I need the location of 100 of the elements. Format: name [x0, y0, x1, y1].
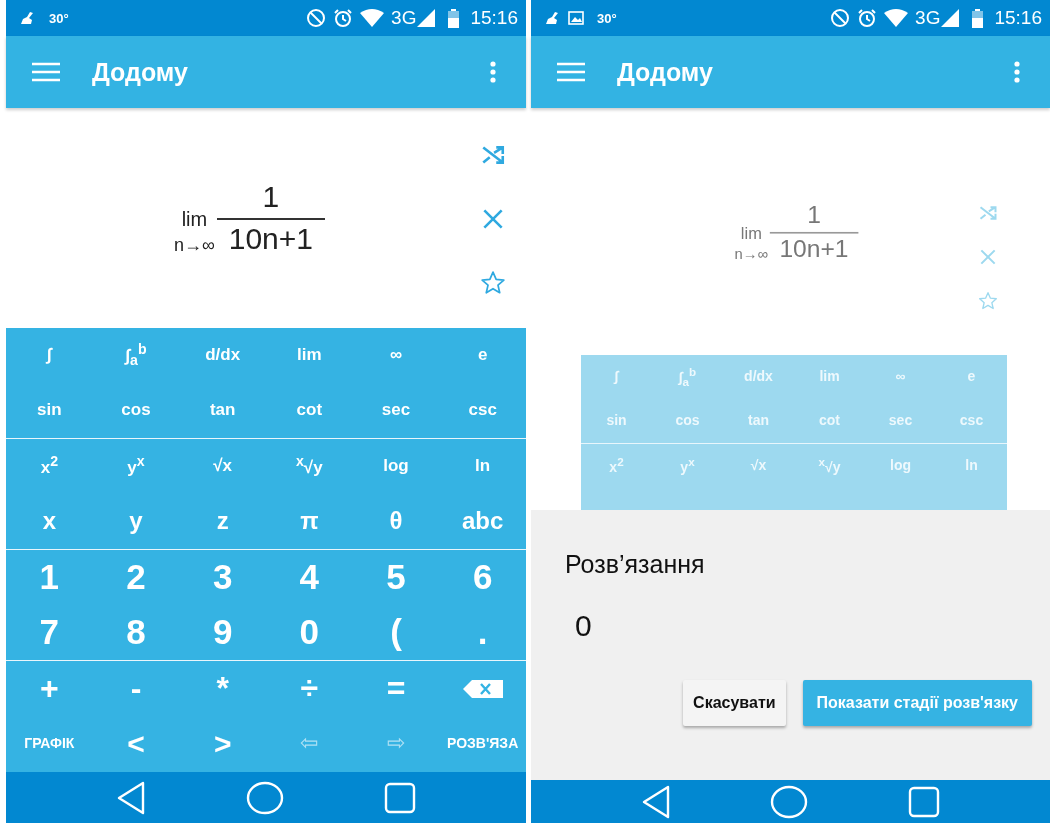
key-button[interactable]: 3 [212, 558, 233, 597]
key-button[interactable]: cot [296, 401, 323, 420]
key-button[interactable]: csc [959, 413, 984, 429]
key-button[interactable]: cos [675, 413, 700, 429]
key-button[interactable]: e [967, 369, 976, 385]
key-button[interactable]: 8 [126, 613, 146, 652]
temperature-text: 30° [597, 10, 617, 26]
signal-icon [417, 9, 436, 27]
key-button[interactable]: lim [819, 369, 840, 385]
key-button[interactable]: d/dx [205, 346, 241, 365]
key-button[interactable]: z [216, 508, 229, 535]
key-button[interactable]: 1 [39, 558, 60, 597]
key-button[interactable]: abc [461, 508, 504, 535]
key-button[interactable]: < [127, 727, 145, 760]
key-button[interactable]: log [890, 458, 911, 474]
key-button[interactable]: $^{x}$√y [296, 454, 323, 479]
key-button[interactable]: ln [965, 458, 978, 474]
key-button[interactable]: РОЗВ'ЯЗА [447, 735, 519, 752]
key-button[interactable]: ÷ [300, 670, 319, 707]
shuffle-icon[interactable] [978, 203, 998, 223]
do-not-disturb-icon [306, 8, 327, 28]
key-button[interactable]: ln [475, 457, 491, 476]
key-button[interactable]: 6 [472, 558, 493, 597]
battery-icon [448, 8, 460, 28]
app-title: Додому [92, 57, 188, 87]
key-button[interactable]: ГРАФІК [24, 735, 75, 752]
key-button[interactable]: lim [297, 346, 322, 365]
key-button[interactable]: > [213, 727, 232, 760]
key-button[interactable]: csc [468, 401, 497, 420]
key-button[interactable]: $^{x}$√y [818, 456, 841, 476]
key-button[interactable]: d/dx [744, 369, 773, 385]
menu-icon[interactable] [32, 62, 60, 82]
wifi-icon [884, 9, 909, 27]
star-icon[interactable] [978, 291, 998, 311]
key-button[interactable]: cos [121, 401, 151, 420]
key-button[interactable]: log [383, 457, 409, 476]
key-button[interactable]: ∫ [47, 346, 52, 365]
key-button[interactable]: y$^{x}$ [680, 456, 695, 476]
network-type-text: 3G [915, 7, 941, 29]
network-type-text: 3G [391, 7, 417, 29]
back-icon[interactable] [116, 780, 146, 815]
backspace-icon [462, 679, 503, 698]
app-title: Додому [617, 57, 713, 87]
key-button[interactable]: √x [213, 457, 233, 476]
key-button[interactable]: x$^{2}$ [609, 456, 624, 476]
key-button[interactable]: y [129, 508, 143, 535]
key-button[interactable]: ( [390, 613, 402, 652]
close-icon[interactable] [978, 247, 998, 267]
key-button[interactable]: 0 [299, 613, 320, 652]
backspace-button[interactable] [462, 679, 503, 698]
do-not-disturb-icon [830, 8, 851, 28]
key-button[interactable]: θ [389, 508, 403, 535]
more-options-icon[interactable] [490, 61, 496, 83]
key-button[interactable]: tan [748, 413, 769, 429]
home-icon[interactable] [246, 780, 284, 815]
alarm-icon [857, 8, 878, 28]
key-button[interactable]: e [477, 346, 488, 365]
key-button[interactable]: - [130, 670, 142, 707]
key-button[interactable]: = [386, 670, 406, 707]
key-button[interactable]: ∞ [389, 346, 403, 365]
result-text: 0 [575, 609, 593, 643]
key-button[interactable]: tan [209, 401, 236, 420]
key-button[interactable]: 4 [299, 558, 320, 597]
recent-apps-icon[interactable] [908, 785, 941, 818]
key-button[interactable]: cot [819, 413, 840, 429]
key-button[interactable]: √x [750, 458, 767, 474]
key-button[interactable]: π [300, 508, 319, 535]
wifi-icon [360, 9, 385, 27]
key-button[interactable]: x [42, 508, 56, 535]
menu-icon[interactable] [557, 62, 585, 82]
key-button[interactable]: y$^{x}$ [127, 454, 145, 479]
image-icon [568, 11, 584, 25]
back-icon[interactable] [640, 784, 671, 819]
broom-icon [20, 11, 36, 25]
key-button[interactable]: ∞ [895, 369, 906, 385]
key-button[interactable]: . [477, 613, 488, 652]
dialog-title: Розв’язання [565, 550, 706, 579]
key-button[interactable]: sin [37, 401, 62, 420]
temperature-text: 30° [49, 10, 69, 26]
cancel-button[interactable]: Скасувати [683, 680, 786, 726]
battery-icon [972, 8, 984, 28]
key-button[interactable]: sec [888, 413, 913, 429]
key-button[interactable]: * [216, 670, 229, 707]
key-button[interactable]: + [40, 670, 59, 707]
more-options-icon[interactable] [1014, 61, 1020, 83]
key-button[interactable]: 5 [386, 558, 406, 597]
key-button[interactable]: x$^{2}$ [40, 454, 58, 479]
broom-icon [545, 11, 561, 25]
key-button[interactable]: ∫ [614, 369, 619, 385]
key-button[interactable]: 9 [212, 613, 233, 652]
home-icon[interactable] [770, 784, 809, 819]
recent-apps-icon[interactable] [384, 781, 416, 814]
show-steps-button[interactable]: Показати стадії розв'язку [802, 680, 1032, 726]
alarm-icon [333, 8, 354, 28]
key-button[interactable]: 7 [39, 613, 60, 652]
key-button[interactable]: sin [606, 413, 627, 429]
key-button[interactable]: 2 [126, 558, 146, 597]
key-button[interactable]: sec [381, 401, 411, 420]
star-icon[interactable] [480, 270, 506, 296]
clock-text: 15:16 [994, 7, 1042, 29]
